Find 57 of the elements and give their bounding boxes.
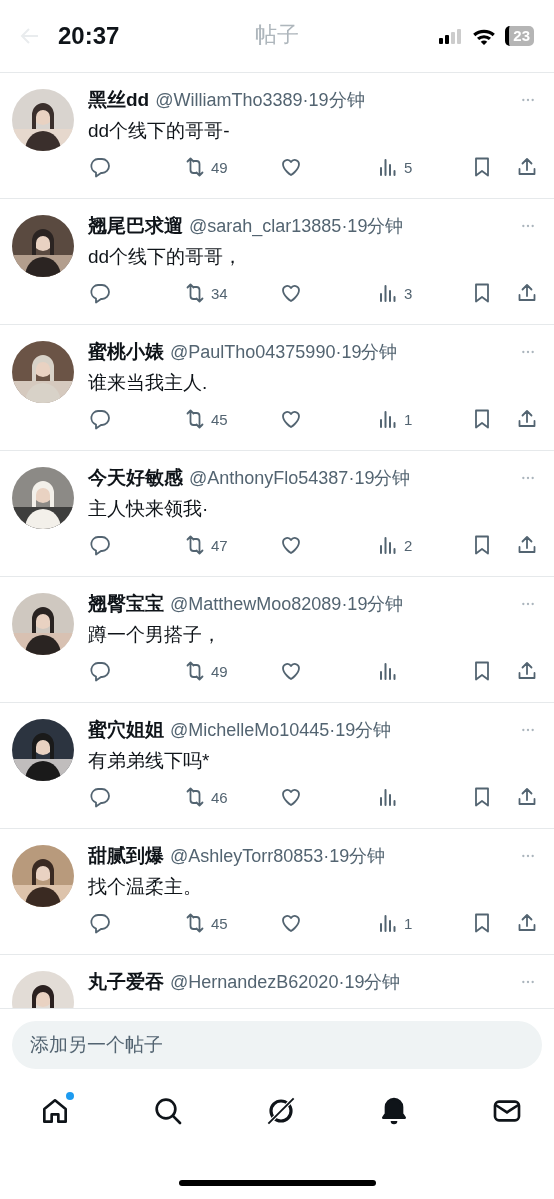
user-handle: @WilliamTho3389 [155,89,303,111]
post-text: 主人快来领我· [88,497,210,521]
views-button[interactable]: 5 [376,154,413,180]
repost-button[interactable]: 47 [183,532,228,558]
speech-bubble-icon [88,659,112,683]
post-time: ·19分钟 [341,215,404,236]
status-time: 20:37 [58,22,120,50]
post-text: 有弟弟线下吗* [88,749,211,773]
speech-bubble-icon [88,281,112,305]
post-time: ·19分钟 [348,467,411,490]
user-name[interactable]: 今天好敏感 [88,465,183,491]
user-name[interactable]: 甜腻到爆 [88,843,164,869]
post-text: dd个线下的哥哥， [88,245,244,269]
post-text: 蹲一个男搭子， [88,623,222,647]
battery-indicator: 23 [505,26,534,46]
post-input-field[interactable]: 添加另一个帖子 [12,1021,542,1069]
speech-bubble-icon [88,407,112,431]
post-time: ·19分钟 [302,89,365,112]
post-time: ·19分钟 [329,719,392,742]
user-handle: @AshleyTorr80853 [170,845,324,867]
post-text: 谁来当我主人. [88,371,209,395]
user-handle: @MichelleMo10445 [170,719,330,741]
post-time: ·19分钟 [335,341,398,364]
user-handle: @PaulTho04375990 [170,341,336,363]
user-handle: @MatthewMoo82089 [170,593,342,615]
post-text: dd个线下的哥哥- [88,119,231,143]
slashed-circle-icon [265,1095,297,1127]
views-button[interactable]: 2 [376,532,413,558]
repost-button[interactable]: 45 [183,406,228,432]
repost-button[interactable]: 46 [183,784,228,810]
search-icon [152,1095,184,1127]
views-button[interactable]: 1 [376,910,413,936]
views-button[interactable]: 1 [376,406,413,432]
views-button[interactable]: 3 [376,280,413,306]
speech-bubble-icon [88,911,112,935]
post-time: ·19分钟 [341,593,404,616]
speech-bubble-icon [88,785,112,809]
user-name[interactable]: 丸子爱吞 [88,969,164,995]
user-handle: @AnthonyFlo54387 [189,467,349,489]
user-name[interactable]: 蜜穴姐姐 [88,717,164,743]
post-text: 找个温柔主。 [88,875,203,899]
repost-button[interactable]: 49 [183,658,228,684]
user-handle: @sarah_clar13885 [189,215,342,237]
post-time: ·19分钟 [338,971,401,994]
post-time: ·19分钟 [323,845,386,868]
page-title: 帖子 [254,21,300,49]
repost-button[interactable]: 45 [183,910,228,936]
signal-icon [437,27,464,45]
user-name[interactable]: 蜜桃小婊 [88,339,164,365]
user-handle: @HernandezB62020 [170,971,339,993]
repost-button[interactable]: 49 [183,154,228,180]
repost-button[interactable]: 34 [183,280,228,306]
user-name[interactable]: 翘尾巴求遛 [88,213,183,239]
speech-bubble-icon [88,533,112,557]
speech-bubble-icon [88,155,112,179]
user-name[interactable]: 翘臀宝宝 [88,591,164,617]
user-name[interactable]: 黑丝dd [88,87,150,113]
